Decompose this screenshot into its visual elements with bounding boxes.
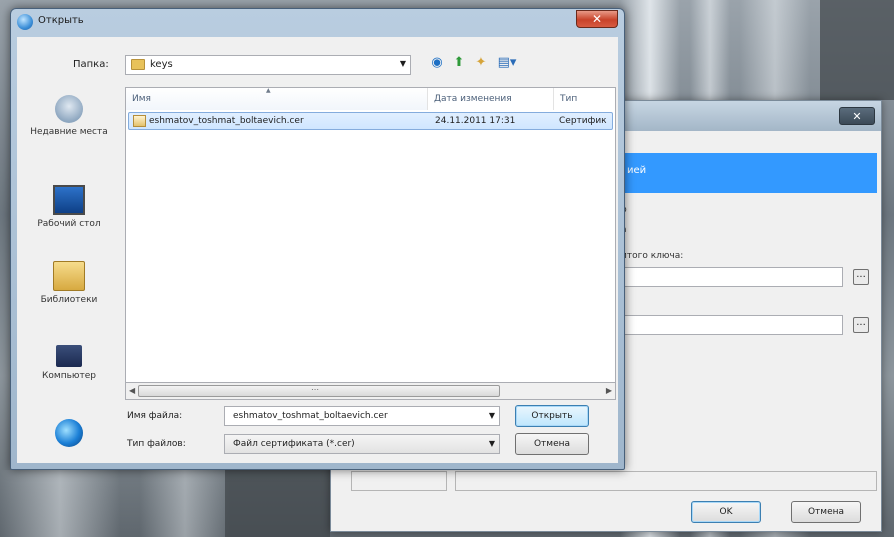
file-type-label: Тип файлов: bbox=[127, 439, 186, 449]
place-recent[interactable]: Недавние места bbox=[19, 95, 119, 137]
chevron-down-icon[interactable]: ▼ bbox=[489, 439, 495, 448]
close-button[interactable]: ✕ bbox=[576, 10, 618, 28]
place-desktop[interactable]: Рабочий стол bbox=[19, 185, 119, 229]
cancel-button[interactable]: Отмена bbox=[515, 433, 589, 455]
place-label: Недавние места bbox=[30, 127, 108, 137]
view-menu-icon[interactable]: ▤▾ bbox=[493, 53, 521, 73]
table-row[interactable]: eshmatov_toshmat_boltaevich.cer 24.11.20… bbox=[128, 112, 613, 130]
place-label: Библиотеки bbox=[40, 295, 98, 305]
background-browse-button-2[interactable]: ... bbox=[853, 317, 869, 333]
column-header-label: Имя bbox=[132, 94, 151, 104]
file-type-cell: Сертифик bbox=[559, 116, 607, 126]
place-network[interactable] bbox=[19, 419, 119, 451]
open-button[interactable]: Открыть bbox=[515, 405, 589, 427]
background-panel bbox=[351, 471, 447, 491]
file-date-cell: 24.11.2011 17:31 bbox=[435, 116, 516, 126]
chevron-down-icon[interactable]: ▼ bbox=[489, 411, 495, 420]
place-label: Компьютер bbox=[42, 371, 96, 381]
back-globe-icon[interactable]: ◉ bbox=[427, 53, 447, 73]
recent-places-icon bbox=[55, 95, 83, 123]
column-header-label: Дата изменения bbox=[434, 94, 512, 104]
desktop-icon bbox=[53, 185, 85, 215]
scrollbar-thumb[interactable]: ⋯ bbox=[138, 385, 500, 397]
background-key-label: итого ключа: bbox=[621, 251, 684, 261]
certificate-file-icon bbox=[133, 115, 146, 127]
horizontal-scrollbar[interactable]: ◀ ⋯ ▶ bbox=[125, 383, 616, 400]
place-computer[interactable]: Компьютер bbox=[19, 345, 119, 381]
network-icon bbox=[55, 419, 83, 447]
file-list[interactable]: Имя ▲ Дата изменения Тип eshmatov_toshma… bbox=[125, 87, 616, 383]
file-type-select[interactable]: Файл сертификата (*.cer) ▼ bbox=[224, 434, 500, 454]
folder-icon bbox=[131, 59, 145, 70]
computer-icon bbox=[56, 345, 82, 367]
background-key-field[interactable] bbox=[621, 267, 843, 287]
sort-arrow-icon: ▲ bbox=[266, 87, 271, 94]
scroll-right-icon[interactable]: ▶ bbox=[606, 386, 612, 395]
background-browse-button[interactable]: ... bbox=[853, 269, 869, 285]
ok-button[interactable]: OK bbox=[691, 501, 761, 523]
dialog-titlebar: Открыть ✕ bbox=[11, 9, 624, 37]
up-folder-icon[interactable]: ⬆ bbox=[449, 53, 469, 73]
file-type-value: Файл сертификата (*.cer) bbox=[233, 439, 355, 449]
libraries-icon bbox=[53, 261, 85, 291]
open-file-dialog: Открыть ✕ Папка: keys ▼ ◉ ⬆ ✦ ▤▾ Недавни… bbox=[10, 8, 625, 470]
app-globe-icon bbox=[17, 14, 33, 30]
background-selected-item[interactable]: ией bbox=[621, 153, 877, 193]
look-in-label: Папка: bbox=[73, 59, 109, 70]
column-header-type[interactable]: Тип bbox=[554, 88, 615, 110]
chevron-down-icon: ▼ bbox=[399, 59, 406, 68]
look-in-value: keys bbox=[150, 59, 173, 70]
file-name-label: Имя файла: bbox=[127, 411, 183, 421]
background-cert-field[interactable] bbox=[621, 315, 843, 335]
column-header-date[interactable]: Дата изменения bbox=[428, 88, 554, 110]
background-close-button[interactable]: ✕ bbox=[839, 107, 875, 125]
background-panel-2 bbox=[455, 471, 877, 491]
grip-icon: ⋯ bbox=[311, 385, 319, 394]
place-label: Рабочий стол bbox=[37, 219, 101, 229]
dialog-title: Открыть bbox=[38, 15, 84, 26]
new-folder-icon[interactable]: ✦ bbox=[471, 53, 491, 73]
column-header-name[interactable]: Имя ▲ bbox=[126, 88, 428, 110]
dialog-client: Папка: keys ▼ ◉ ⬆ ✦ ▤▾ Недавние места Ра… bbox=[17, 37, 618, 463]
column-header-label: Тип bbox=[560, 94, 578, 104]
look-in-combo[interactable]: keys ▼ bbox=[125, 55, 411, 75]
file-name-cell: eshmatov_toshmat_boltaevich.cer bbox=[149, 116, 304, 126]
scroll-left-icon[interactable]: ◀ bbox=[129, 386, 135, 395]
background-cancel-button[interactable]: Отмена bbox=[791, 501, 861, 523]
file-name-input[interactable]: eshmatov_toshmat_boltaevich.cer ▼ bbox=[224, 406, 500, 426]
file-name-value: eshmatov_toshmat_boltaevich.cer bbox=[233, 411, 388, 421]
place-libraries[interactable]: Библиотеки bbox=[19, 261, 119, 305]
